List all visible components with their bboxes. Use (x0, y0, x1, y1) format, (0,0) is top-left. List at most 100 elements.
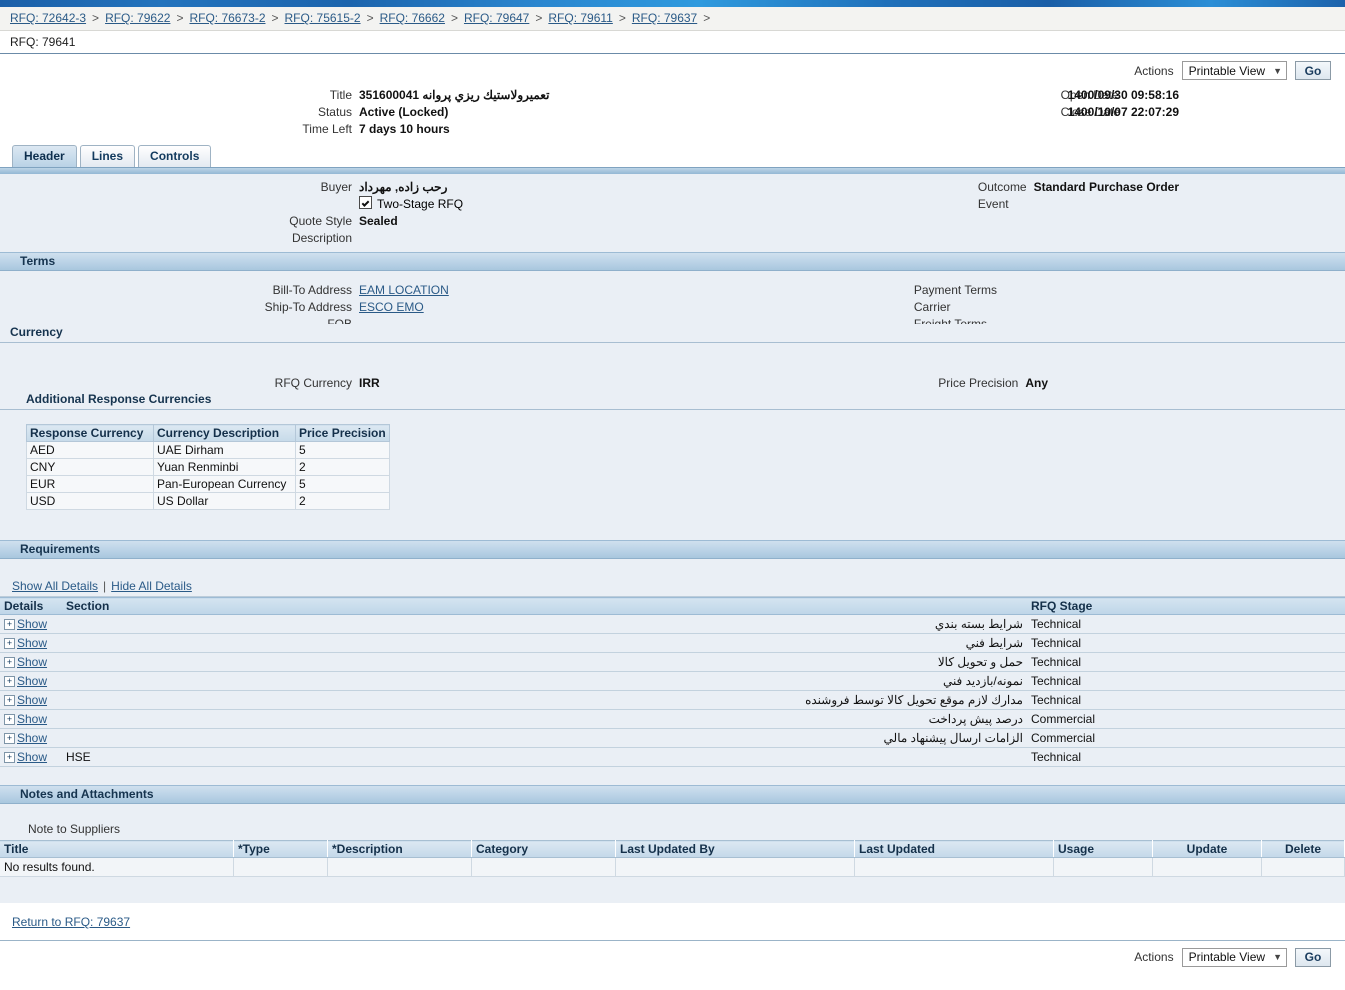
actions-select[interactable]: Printable View ▼ (1181, 61, 1287, 80)
table-row: EUR Pan-European Currency 5 (26, 475, 390, 493)
table-row: CNY Yuan Renminbi 2 (26, 458, 390, 476)
ship-to-label: Ship-To Address (264, 300, 352, 314)
breadcrumb-item-4[interactable]: RFQ: 76662 (380, 11, 445, 25)
col-rfq-stage: RFQ Stage (1027, 597, 1345, 615)
breadcrumb-item-7[interactable]: RFQ: 79637 (632, 11, 697, 25)
bill-to-address-link[interactable]: EAM LOCATION (359, 282, 449, 299)
additional-currencies-table: Response Currency Currency Description P… (26, 424, 390, 510)
currency-code: CNY (26, 458, 154, 476)
details-cell[interactable]: + Show (0, 671, 62, 691)
empty-cell (1152, 857, 1262, 877)
expand-plus-icon[interactable]: + (4, 638, 15, 650)
attachments-table: Title *Type *Description Category Last U… (0, 840, 1345, 877)
details-cell[interactable]: + Show (0, 747, 62, 767)
breadcrumb-separator: > (271, 11, 279, 25)
details-cell[interactable]: + Show (0, 728, 62, 748)
event-row: Event (978, 196, 1179, 213)
show-details-link[interactable]: Show (17, 617, 47, 631)
top-actions-bar: Actions Printable View ▼ Go (0, 54, 1345, 87)
breadcrumb-item-1[interactable]: RFQ: 79622 (105, 11, 170, 25)
expand-plus-icon[interactable]: + (4, 657, 15, 669)
table-row: USD US Dollar 2 (26, 492, 390, 510)
two-stage-checkbox[interactable]: Two-Stage RFQ (359, 196, 463, 213)
currency-spacer (0, 510, 1345, 540)
col-update: Update (1152, 840, 1262, 858)
two-stage-row: Two-Stage RFQ (0, 196, 463, 213)
show-details-link[interactable]: Show (17, 712, 47, 726)
go-button[interactable]: Go (1295, 61, 1331, 80)
section-name: شرايط بسته بندي (62, 614, 1027, 634)
show-details-link[interactable]: Show (17, 693, 47, 707)
footer-go-button[interactable]: Go (1295, 947, 1331, 967)
table-row: + Show الزامات ارسال پيشنهاد مالي Commerc… (0, 728, 1345, 748)
breadcrumb-item-5[interactable]: RFQ: 79647 (464, 11, 529, 25)
chevron-down-icon: ▼ (1273, 952, 1282, 962)
currency-panel: Currency RFQ Currency IRR Price Precisio… (0, 324, 1345, 540)
chevron-down-icon: ▼ (1273, 65, 1282, 76)
hide-all-details-link[interactable]: Hide All Details (111, 579, 192, 593)
tab-header[interactable]: Header (12, 145, 77, 167)
rfq-currency-wrap: RFQ Currency IRR (0, 375, 380, 392)
breadcrumb-item-0[interactable]: RFQ: 72642-3 (10, 11, 86, 25)
expand-plus-icon[interactable]: + (4, 619, 15, 631)
expand-plus-icon[interactable]: + (4, 714, 15, 726)
price-precision-label: Price Precision (938, 376, 1019, 390)
table-row-empty: No results found. (0, 857, 1345, 877)
show-details-link[interactable]: Show (17, 655, 47, 669)
description-label: Description (291, 231, 352, 245)
show-details-link[interactable]: Show (17, 731, 47, 745)
two-stage-spacer (0, 196, 359, 213)
top-accent-bar (0, 0, 1345, 7)
breadcrumb-item-3[interactable]: RFQ: 75615-2 (285, 11, 361, 25)
currency-code: USD (26, 492, 154, 510)
expand-plus-icon[interactable]: + (4, 733, 15, 745)
footer-actions-select[interactable]: Printable View ▼ (1181, 947, 1287, 967)
details-cell[interactable]: + Show (0, 614, 62, 634)
price-precision-row: Price Precision Any (938, 375, 1048, 392)
currency-description: US Dollar (153, 492, 296, 510)
currency-precision: 2 (295, 458, 390, 476)
details-cell[interactable]: + Show (0, 652, 62, 672)
expand-plus-icon[interactable]: + (4, 752, 15, 764)
tab-underline (0, 167, 1345, 174)
rfq-currency-row: RFQ Currency IRR (0, 375, 380, 392)
return-to-rfq-link[interactable]: Return to RFQ: 79637 (12, 915, 130, 929)
footer-actions-select-value: Printable View (1188, 950, 1266, 964)
requirements-panel: Show All Details | Hide All Details Detail… (0, 559, 1345, 785)
breadcrumb-item-2[interactable]: RFQ: 76673-2 (189, 11, 265, 25)
show-details-link[interactable]: Show (17, 674, 47, 688)
table-row: + Show نمونه/بازديد فني Technical (0, 671, 1345, 691)
show-details-link[interactable]: Show (17, 750, 47, 764)
additional-currencies-header: Additional Response Currencies (0, 391, 1345, 410)
notes-panel: Note to Suppliers Title *Type *Descripti… (0, 804, 1345, 903)
details-cell[interactable]: + Show (0, 633, 62, 653)
tab-lines[interactable]: Lines (79, 145, 136, 167)
section-name: مدارك لازم موقع تحويل كالا توسط فروشنده (62, 690, 1027, 710)
tab-controls[interactable]: Controls (138, 145, 212, 167)
rfq-stage: Technical (1027, 633, 1345, 653)
actions-label: Actions (1134, 63, 1174, 78)
breadcrumb-separator: > (450, 11, 458, 25)
expand-plus-icon[interactable]: + (4, 676, 15, 688)
breadcrumb-separator: > (176, 11, 184, 25)
tab-bar: Header Lines Controls (0, 145, 1345, 167)
col-type: *Type (233, 840, 328, 858)
actions-select-value: Printable View (1188, 63, 1266, 78)
rfq-summary-right: Open Date 1400/09/30 09:58:16 Close Date… (1061, 87, 1179, 121)
empty-cell (854, 857, 1054, 877)
time-left-label: Time Left (302, 122, 352, 136)
expand-plus-icon[interactable]: + (4, 695, 15, 707)
requirements-table: Details Section RFQ Stage + Show شرايط بس… (0, 597, 1345, 767)
details-cell[interactable]: + Show (0, 690, 62, 710)
ship-to-row: Ship-To Address ESCO EMO (0, 299, 449, 316)
table-row: + Show درصد پيش پرداخت Commercial (0, 709, 1345, 729)
event-label: Event (977, 197, 1009, 211)
details-cell[interactable]: + Show (0, 709, 62, 729)
show-all-details-link[interactable]: Show All Details (12, 579, 98, 593)
quote-style-value: Sealed (359, 214, 398, 228)
show-details-link[interactable]: Show (17, 636, 47, 650)
ship-to-address-link[interactable]: ESCO EMO (359, 299, 424, 316)
payment-terms-row: Payment Terms (914, 282, 1004, 299)
breadcrumb-item-6[interactable]: RFQ: 79611 (548, 11, 612, 25)
time-left-value: 7 days 10 hours (359, 122, 450, 136)
